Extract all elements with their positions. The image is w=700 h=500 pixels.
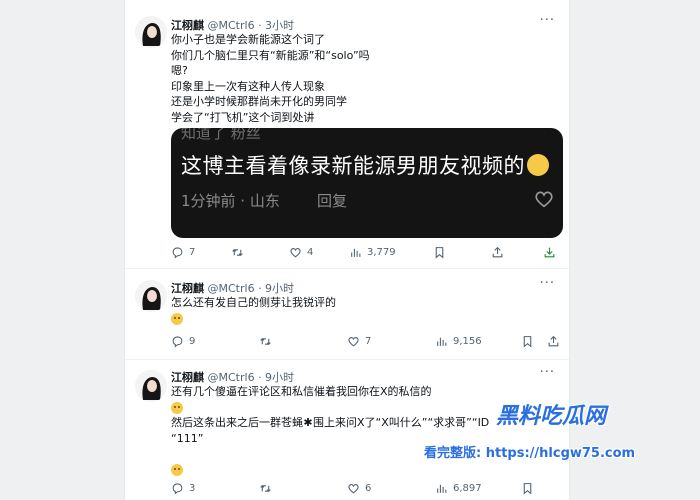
like-button[interactable]: 6	[347, 482, 371, 495]
views-button[interactable]: 6,897	[435, 482, 482, 495]
tweet-header: 江栩麒 @MCtrl6 · 9小时	[171, 280, 294, 296]
retweet-button[interactable]	[259, 482, 277, 495]
tweet-2[interactable]: 江栩麒 @MCtrl6 · 9小时 ··· 怎么还有发自己的侧芽让我锐评的 9 …	[125, 269, 569, 359]
tweet-actions: 9 7 9,156	[171, 335, 561, 351]
more-options-icon[interactable]: ···	[540, 13, 555, 28]
more-options-icon[interactable]: ···	[540, 276, 555, 291]
bookmark-icon	[433, 246, 446, 259]
tweet-3[interactable]: 江栩麒 @MCtrl6 · 9小时 ··· 还有几个傻逼在评论区和私信催着我回你…	[125, 360, 569, 500]
tweet-emoji-line	[171, 400, 489, 416]
reply-button[interactable]: 9	[171, 335, 195, 348]
avatar[interactable]	[135, 370, 167, 402]
retweet-button[interactable]	[231, 246, 249, 259]
display-name[interactable]: 江栩麒	[171, 371, 204, 384]
like-count: 7	[365, 336, 372, 347]
tweet-line: 还是小学时候那群尚未开化的男同学	[171, 95, 347, 108]
tweet-header: 江栩麒 @MCtrl6 · 9小时	[171, 369, 294, 385]
tweet-line: 嗯?	[171, 64, 188, 77]
bookmark-button[interactable]	[433, 246, 446, 259]
grin-emoji-icon	[171, 463, 183, 476]
embed-heart-icon	[533, 188, 555, 210]
reply-count: 3	[189, 483, 196, 494]
tweet-actions: 3 6 6,897	[171, 482, 561, 498]
reply-count: 7	[189, 247, 196, 258]
tweet-emoji-line	[171, 311, 336, 327]
tweet-text: 还有几个傻逼在评论区和私信催着我回你在X的私信的 然后这条出来之后一群苍蝇✱围上…	[171, 384, 489, 477]
share-button[interactable]	[547, 335, 560, 348]
embedded-screenshot[interactable]: 知道了 粉丝 这博主看着像录新能源男朋友视频的 1分钟前 · 山东 回复	[171, 128, 563, 238]
tweet-line: 怎么还有发自己的侧芽让我锐评的	[171, 296, 336, 309]
display-name[interactable]: 江栩麒	[171, 19, 204, 32]
grin-emoji-icon	[171, 312, 183, 325]
heart-icon	[289, 246, 302, 259]
user-handle[interactable]: @MCtrl6	[208, 371, 255, 384]
watermark-brand: 黑料吃瓜网	[496, 404, 607, 429]
reply-button[interactable]: 3	[171, 482, 195, 495]
embed-headline: 这博主看着像录新能源男朋友视频的	[181, 150, 549, 180]
reply-button[interactable]: 7	[171, 246, 195, 259]
timestamp[interactable]: · 3小时	[258, 19, 294, 32]
retweet-icon	[259, 335, 272, 348]
tweet-line: 你小子也是学会新能源这个词了	[171, 33, 325, 46]
views-button[interactable]: 9,156	[435, 335, 482, 348]
tweet-emoji-line	[171, 462, 489, 478]
timestamp[interactable]: · 9小时	[258, 371, 294, 384]
like-count: 6	[365, 483, 372, 494]
share-button[interactable]	[491, 246, 504, 259]
reply-icon	[171, 246, 184, 259]
reply-icon	[171, 482, 184, 495]
download-button[interactable]	[543, 246, 556, 259]
views-icon	[349, 246, 362, 259]
download-icon	[543, 246, 556, 259]
watermark-url: 看完整版: https://hlcgw75.com	[424, 446, 636, 461]
retweet-icon	[231, 246, 244, 259]
views-icon	[435, 482, 448, 495]
tweet-1[interactable]: 江栩麒 @MCtrl6 · 3小时 ··· 你小子也是学会新能源这个词了 你们几…	[125, 0, 569, 268]
tweet-line: 印象里上一次有这种人传人现象	[171, 79, 325, 93]
smile-emoji-icon	[171, 401, 183, 414]
user-handle[interactable]: @MCtrl6	[208, 282, 255, 295]
embed-meta: 1分钟前 · 山东	[181, 192, 280, 210]
bookmark-button[interactable]	[521, 482, 534, 495]
like-button[interactable]: 4	[289, 246, 313, 259]
avatar[interactable]	[135, 280, 167, 312]
bookmark-button[interactable]	[521, 335, 534, 348]
heart-icon	[347, 482, 360, 495]
reply-icon	[171, 335, 184, 348]
tweet-text: 你小子也是学会新能源这个词了 你们几个脑仁里只有“新能源”和“solo”吗 嗯?…	[171, 32, 370, 125]
bookmark-icon	[521, 482, 534, 495]
embed-reply-label: 回复	[317, 192, 348, 210]
embed-ghost-text: 知道了 粉丝	[181, 128, 261, 142]
view-count: 6,897	[453, 483, 482, 494]
tweet-text: 怎么还有发自己的侧芽让我锐评的	[171, 295, 336, 326]
display-name[interactable]: 江栩麒	[171, 282, 204, 295]
tweet-line: 然后这条出来之后一群苍蝇✱围上来问X了“X叫什么”“求求哥”“ID	[171, 416, 490, 429]
views-icon	[435, 335, 448, 348]
retweet-icon	[259, 482, 272, 495]
more-options-icon[interactable]: ···	[540, 365, 555, 380]
user-handle[interactable]: @MCtrl6	[208, 19, 255, 32]
retweet-button[interactable]	[259, 335, 277, 348]
tweet-line: 学会了“打飞机”这个词到处讲	[171, 110, 315, 124]
timestamp[interactable]: · 9小时	[258, 282, 294, 295]
share-icon	[491, 246, 504, 259]
share-icon	[547, 335, 560, 348]
tweet-line: 还有几个傻逼在评论区和私信催着我回你在X的私信的	[171, 385, 432, 398]
reply-count: 9	[189, 336, 196, 347]
tweet-header: 江栩麒 @MCtrl6 · 3小时	[171, 17, 294, 33]
avatar[interactable]	[135, 16, 167, 48]
heart-icon	[347, 335, 360, 348]
tweet-line: 你们几个脑仁里只有“新能源”和“solo”吗	[171, 48, 370, 62]
view-count: 3,779	[367, 247, 396, 258]
bookmark-icon	[521, 335, 534, 348]
tweet-actions: 7 4 3,779	[171, 246, 561, 262]
fly-icon: ✱	[303, 416, 313, 429]
views-button[interactable]: 3,779	[349, 246, 396, 259]
like-button[interactable]: 7	[347, 335, 371, 348]
like-count: 4	[307, 247, 314, 258]
thinking-emoji-icon	[527, 154, 549, 176]
view-count: 9,156	[453, 336, 482, 347]
